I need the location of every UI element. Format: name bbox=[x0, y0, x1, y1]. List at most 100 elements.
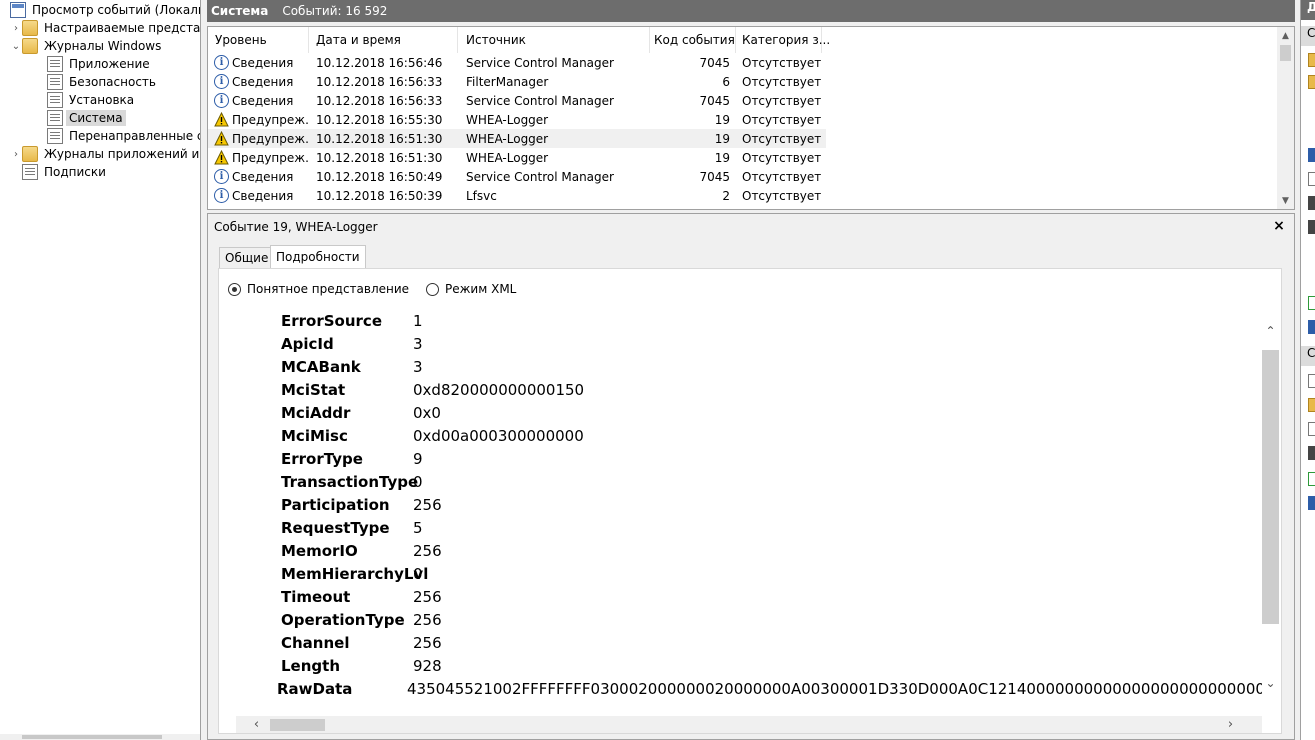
refresh-icon[interactable] bbox=[1308, 472, 1315, 486]
table-row[interactable]: i Сведения 10.12.2018 16:50:49 Service Cont… bbox=[208, 167, 826, 186]
chevron-right-icon[interactable]: › bbox=[1222, 716, 1239, 733]
field-name: ErrorType bbox=[281, 449, 363, 468]
table-row[interactable]: i Сведения 10.12.2018 16:56:33 FilterManage… bbox=[208, 72, 826, 91]
help-icon[interactable] bbox=[1308, 496, 1315, 510]
cell-event-id: 7045 bbox=[699, 169, 730, 184]
tree-item-forwarded-events[interactable]: Перенаправленные соб bbox=[47, 127, 200, 145]
chevron-down-icon[interactable]: ⌄ bbox=[1262, 674, 1279, 691]
field-name: Participation bbox=[281, 495, 390, 514]
scrollbar-thumb[interactable] bbox=[1280, 45, 1291, 61]
tree-item-root[interactable]: Просмотр событий (Локальн bbox=[4, 1, 200, 19]
field-name: Length bbox=[281, 656, 340, 675]
log-icon bbox=[47, 110, 63, 126]
scrollbar-thumb[interactable] bbox=[1262, 350, 1279, 624]
tab-details[interactable]: Подробности bbox=[270, 245, 366, 268]
level-text: Предупреж... bbox=[232, 131, 309, 146]
table-row[interactable]: Предупреж... 10.12.2018 16:51:30 WHEA-Logg… bbox=[208, 148, 826, 167]
log-icon bbox=[47, 74, 63, 90]
field-name: Channel bbox=[281, 633, 350, 652]
table-row[interactable]: Предупреж... 10.12.2018 16:51:30 WHEA-Logg… bbox=[208, 129, 826, 148]
column-source[interactable]: Источник bbox=[458, 27, 650, 53]
field-name: ApicId bbox=[281, 334, 334, 353]
chevron-up-icon[interactable]: ⌃ bbox=[1262, 322, 1279, 339]
attach-task-icon[interactable] bbox=[1308, 398, 1315, 412]
subscriptions-icon bbox=[22, 164, 38, 180]
cell-event-id: 7045 bbox=[699, 93, 730, 108]
cell-category: Отсутствует bbox=[742, 188, 822, 203]
field-value: 3 bbox=[413, 334, 423, 353]
cell-source: WHEA-Logger bbox=[466, 112, 549, 127]
cell-category: Отсутствует bbox=[742, 169, 822, 184]
save-selected-icon[interactable] bbox=[1308, 446, 1315, 460]
tree-item-security[interactable]: Безопасность bbox=[47, 73, 159, 91]
tree-item-app-services-logs[interactable]: › Журналы приложений и сл bbox=[10, 145, 200, 163]
tree-item-system[interactable]: Система bbox=[47, 109, 126, 127]
field-value: 435045521002FFFFFFFF03000200000002000000… bbox=[407, 679, 1267, 698]
tree-item-windows-logs[interactable]: ⌄ Журналы Windows bbox=[10, 37, 164, 55]
cell-date: 10.12.2018 16:55:30 bbox=[316, 112, 443, 127]
chevron-left-icon[interactable]: ‹ bbox=[248, 716, 265, 733]
field-name: MciMisc bbox=[281, 426, 348, 445]
save-icon[interactable] bbox=[1308, 220, 1315, 234]
xml-view-radio[interactable]: Режим XML bbox=[426, 282, 516, 296]
cell-source: WHEA-Logger bbox=[466, 150, 549, 165]
actions-section-log[interactable]: С bbox=[1301, 26, 1315, 46]
cell-date: 10.12.2018 16:56:33 bbox=[316, 93, 443, 108]
field-name: Timeout bbox=[281, 587, 351, 606]
scroll-up-icon[interactable]: ▲ bbox=[1277, 27, 1294, 44]
actions-section-event[interactable]: С bbox=[1301, 346, 1315, 366]
friendly-view-radio[interactable]: Понятное представление bbox=[228, 282, 409, 296]
level-text: Сведения bbox=[232, 169, 294, 184]
field-value: 256 bbox=[413, 541, 442, 560]
chevron-right-icon[interactable]: › bbox=[10, 19, 22, 37]
radio-selected-icon[interactable] bbox=[228, 282, 241, 296]
scrollbar-thumb[interactable] bbox=[22, 735, 162, 739]
column-date[interactable]: Дата и время bbox=[309, 27, 458, 53]
field-name: RequestType bbox=[281, 518, 390, 537]
tab-general[interactable]: Общие bbox=[219, 247, 275, 268]
scrollbar-thumb[interactable] bbox=[270, 719, 325, 731]
event-data-horizontal-scrollbar[interactable]: ‹ › bbox=[236, 716, 1262, 733]
tree-item-application[interactable]: Приложение bbox=[47, 55, 153, 73]
info-icon: i bbox=[214, 169, 229, 184]
cell-date: 10.12.2018 16:56:46 bbox=[316, 55, 443, 70]
info-icon: i bbox=[214, 93, 229, 108]
refresh-icon[interactable] bbox=[1308, 296, 1315, 310]
tree-item-subscriptions[interactable]: Подписки bbox=[22, 163, 109, 181]
properties-icon[interactable] bbox=[1308, 172, 1315, 186]
actions-pane: Д С С bbox=[1300, 0, 1315, 740]
cell-source: Service Control Manager bbox=[466, 93, 614, 108]
column-level[interactable]: Уровень bbox=[208, 27, 309, 53]
cell-source: Service Control Manager bbox=[466, 169, 614, 184]
event-properties-icon[interactable] bbox=[1308, 374, 1315, 388]
table-row[interactable]: i Сведения 10.12.2018 16:50:39 Lfsvc 2 Отсутс… bbox=[208, 186, 826, 205]
event-data-vertical-scrollbar[interactable]: ⌃ ⌄ bbox=[1262, 310, 1279, 705]
create-view-icon[interactable] bbox=[1308, 75, 1315, 89]
tree-item-setup[interactable]: Установка bbox=[47, 91, 137, 109]
filter-icon[interactable] bbox=[1308, 148, 1315, 162]
tree-item-custom-views[interactable]: › Настраиваемые представле bbox=[10, 19, 200, 37]
event-detail-title: Событие 19, WHEA-Logger bbox=[214, 220, 378, 234]
column-category[interactable]: Категория з... bbox=[736, 27, 830, 53]
warning-icon bbox=[214, 131, 229, 146]
log-header: Система Событий: 16 592 bbox=[207, 0, 1295, 22]
scroll-down-icon[interactable]: ▼ bbox=[1277, 192, 1294, 209]
open-log-icon[interactable] bbox=[1308, 53, 1315, 67]
chevron-down-icon[interactable]: ⌄ bbox=[10, 37, 22, 55]
actions-heading: Д bbox=[1301, 0, 1315, 20]
event-list-scrollbar[interactable]: ▲ ▼ bbox=[1277, 27, 1294, 209]
help-icon[interactable] bbox=[1308, 320, 1315, 334]
column-event-id[interactable]: Код события bbox=[650, 27, 736, 53]
table-row[interactable]: Предупреж... 10.12.2018 16:55:30 WHEA-Logg… bbox=[208, 110, 826, 129]
level-text: Предупреж... bbox=[232, 112, 309, 127]
close-icon[interactable]: × bbox=[1272, 218, 1286, 234]
tree-horizontal-scrollbar[interactable] bbox=[0, 734, 200, 740]
find-icon[interactable] bbox=[1308, 196, 1315, 210]
table-row[interactable]: i Сведения 10.12.2018 16:56:46 Service Cont… bbox=[208, 53, 826, 72]
chevron-right-icon[interactable]: › bbox=[10, 145, 22, 163]
radio-empty-icon[interactable] bbox=[426, 282, 439, 296]
event-count: Событий: 16 592 bbox=[282, 4, 388, 18]
table-row[interactable]: i Сведения 10.12.2018 16:56:33 Service Cont… bbox=[208, 91, 826, 110]
navigation-tree: Просмотр событий (Локальн › Настраиваемы… bbox=[0, 0, 201, 740]
copy-icon[interactable] bbox=[1308, 422, 1315, 436]
